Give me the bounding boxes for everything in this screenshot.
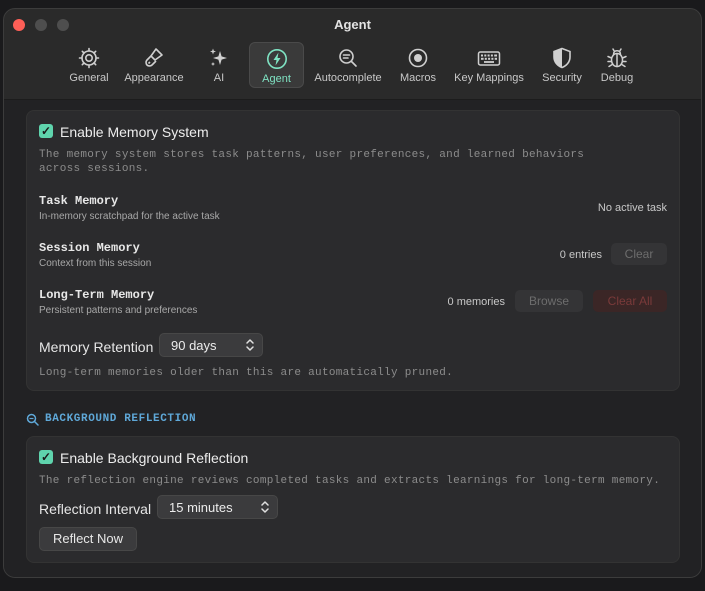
memory-enable-label: Enable Memory System (60, 124, 209, 140)
memory-retention-value: 90 days (171, 338, 217, 353)
search-lines-icon (339, 49, 357, 67)
session-memory-title: Session Memory (39, 241, 140, 255)
tab-appearance[interactable]: Appearance (120, 42, 188, 88)
keyboard-icon (477, 51, 501, 66)
memory-description: The memory system stores task patterns, … (39, 149, 585, 175)
tab-security[interactable]: Security (537, 42, 587, 88)
memory-card: ✓ Enable Memory System The memory system… (26, 110, 680, 391)
task-memory-status: No active task (597, 202, 667, 214)
reflection-description: The reflection engine reviews completed … (39, 475, 661, 487)
clear-all-memories-button[interactable]: Clear All (593, 290, 667, 312)
browse-memories-button[interactable]: Browse (515, 290, 583, 312)
task-memory-title: Task Memory (39, 194, 119, 208)
tab-agent[interactable]: Agent (249, 42, 304, 88)
search-icon (26, 413, 39, 426)
chevron-up-down-icon (261, 501, 269, 513)
gear-icon (78, 47, 100, 69)
shield-icon (553, 47, 571, 69)
bolt-icon (266, 49, 287, 69)
long-term-memory-title: Long-Term Memory (39, 288, 155, 302)
reflection-enable-checkbox[interactable]: ✓ (39, 450, 53, 464)
reflection-interval-value: 15 minutes (169, 500, 233, 515)
task-memory-subtitle: In-memory scratchpad for the active task (39, 211, 220, 222)
reflection-interval-select[interactable]: 15 minutes (157, 495, 278, 519)
tab-key-mappings[interactable]: Key Mappings (449, 42, 529, 88)
record-icon (408, 48, 428, 68)
memory-enable-checkbox[interactable]: ✓ (39, 124, 53, 138)
settings-tab-bar: General Appearance AI Agent Autocomplete… (4, 42, 701, 98)
window-title: Agent (334, 17, 371, 32)
sparkles-icon (210, 48, 227, 66)
memory-retention-note: Long-term memories older than this are a… (39, 367, 454, 379)
long-term-memory-subtitle: Persistent patterns and preferences (39, 305, 198, 316)
paintbrush-icon (145, 48, 163, 67)
session-memory-subtitle: Context from this session (39, 258, 152, 269)
memory-retention-label: Memory Retention (39, 339, 154, 355)
reflection-enable-label: Enable Background Reflection (60, 450, 249, 466)
agent-settings-content: ✓ Enable Memory System The memory system… (4, 99, 701, 577)
chevron-up-down-icon (246, 339, 254, 351)
tab-label: AI (213, 72, 225, 84)
tab-label: Debug (600, 72, 634, 84)
clear-session-button[interactable]: Clear (611, 243, 667, 265)
tab-general[interactable]: General (64, 42, 114, 88)
reflect-now-button[interactable]: Reflect Now (39, 527, 137, 551)
long-term-memory-count: 0 memories (447, 296, 505, 308)
tab-label: Autocomplete (314, 72, 382, 84)
reflection-card: ✓ Enable Background Reflection The refle… (26, 436, 680, 563)
tab-label: Security (542, 72, 582, 84)
memory-retention-select[interactable]: 90 days (159, 333, 263, 357)
tab-label: General (69, 72, 109, 84)
tab-macros[interactable]: Macros (396, 42, 440, 88)
tab-ai[interactable]: AI (202, 42, 236, 88)
tab-autocomplete[interactable]: Autocomplete (309, 42, 387, 88)
reflection-interval-label: Reflection Interval (39, 501, 152, 517)
section-title: BACKGROUND REFLECTION (45, 413, 197, 425)
tab-label: Agent (262, 73, 291, 85)
tab-debug[interactable]: Debug (597, 42, 637, 88)
settings-window: Agent General Appearance AI Agent Autoco… (3, 8, 702, 578)
bug-icon (607, 48, 627, 68)
tab-label: Macros (399, 72, 437, 84)
tab-label: Key Mappings (454, 72, 524, 84)
session-memory-count: 0 entries (559, 249, 602, 261)
title-bar: Agent (4, 9, 701, 43)
tab-label: Appearance (124, 72, 184, 84)
